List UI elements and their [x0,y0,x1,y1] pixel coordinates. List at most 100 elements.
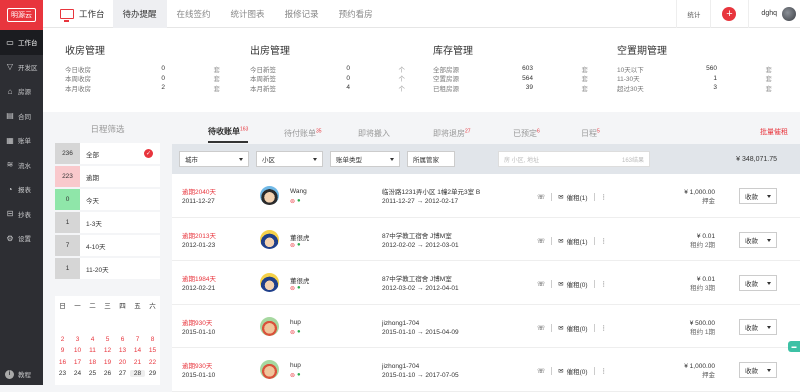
user-menu[interactable]: dghq [748,0,796,28]
calendar-day[interactable]: 17 [70,359,85,366]
calendar-day[interactable]: 27 [115,370,130,377]
address[interactable]: 87中学教工宿舍 J博M室 [382,232,459,241]
calendar-day[interactable]: 16 [55,359,70,366]
filter-item[interactable]: 0 今天 [55,189,160,212]
district-select[interactable]: 小区 [256,151,323,167]
wechat-icon[interactable]: ● [297,372,301,379]
filter-item[interactable]: 1 11-20天 [55,258,160,281]
address[interactable]: jizhong1-704 [382,319,459,328]
add-button[interactable]: + [722,6,737,21]
calendar-day[interactable]: 29 [145,370,160,377]
sidebar-item-1[interactable]: ▽ 开发区 [0,55,43,80]
tab-viewings[interactable]: 预约看房 [329,0,383,28]
calendar-day[interactable]: 7 [130,336,145,343]
calendar-day[interactable]: 22 [145,359,160,366]
calendar-day[interactable]: 15 [145,347,160,354]
tab-bill-2[interactable]: 即将搬入 [358,128,390,143]
sidebar-item-7[interactable]: ⊟ 抄表 [0,202,43,227]
tab-repairs[interactable]: 报修记录 [275,0,329,28]
tab-bill-0[interactable]: 待收账单163 [208,126,249,143]
tab-online-sign[interactable]: 在线签约 [167,0,221,28]
calendar-day[interactable]: 5 [100,336,115,343]
calendar-day[interactable]: 19 [100,359,115,366]
calendar-day[interactable]: 10 [70,347,85,354]
more-icon[interactable]: ⋮ [601,280,608,288]
calendar-day[interactable]: 23 [55,370,70,377]
calendar-day[interactable]: 4 [85,336,100,343]
phone-icon[interactable]: ☏ [537,193,545,201]
phone-icon[interactable]: ☏ [537,367,545,375]
link-icon[interactable]: ⊚ [290,242,295,249]
collect-button[interactable]: 收款 [739,231,777,248]
app-logo[interactable]: 明源云 [0,0,43,30]
sidebar-item-4[interactable]: ▦ 账单 [0,128,43,153]
calendar-day[interactable]: 12 [100,347,115,354]
collect-button[interactable]: 收款 [739,188,777,204]
owner-select[interactable]: 所属管家 [407,151,455,167]
filter-item[interactable]: 223 逾期 [55,166,160,189]
stat-button[interactable]: 统计 [676,0,712,28]
more-icon[interactable]: ⋮ [601,324,608,332]
sidebar-item-5[interactable]: ≋ 流水 [0,153,43,178]
more-icon[interactable]: ⋮ [601,193,608,201]
calendar-day[interactable]: 11 [85,347,100,354]
calendar-day[interactable]: 14 [130,347,145,354]
collect-button[interactable]: 收款 [739,318,777,335]
tenant-name[interactable]: 董很虎 [290,232,310,242]
more-icon[interactable]: ⋮ [601,367,608,375]
chat-button[interactable]: ▬ [788,341,800,352]
phone-icon[interactable]: ☏ [537,324,545,332]
calendar-day[interactable]: 20 [115,359,130,366]
calendar-day[interactable]: 24 [70,370,85,377]
address[interactable]: jizhong1-704 [382,362,459,371]
calendar-day[interactable]: 8 [145,336,160,343]
tenant-name[interactable]: Wang [290,188,307,195]
phone-icon[interactable]: ☏ [537,280,545,288]
tenant-name[interactable]: hup [290,362,301,369]
calendar-day[interactable]: 25 [85,370,100,377]
calendar-day[interactable]: 21 [130,359,145,366]
filter-item[interactable]: 1 1-3天 [55,212,160,235]
wechat-icon[interactable]: ● [297,198,301,205]
phone-icon[interactable]: ☏ [537,237,545,245]
sidebar-item-3[interactable]: ▤ 合同 [0,104,43,129]
remind-button[interactable]: 催租(0) [567,366,588,376]
home-tab[interactable]: 工作台 [43,8,113,22]
remind-button[interactable]: 催租(0) [567,323,588,333]
more-icon[interactable]: ⋮ [601,237,608,245]
filter-item[interactable]: 7 4-10天 [55,235,160,258]
link-icon[interactable]: ⊚ [290,372,295,379]
link-icon[interactable]: ⊚ [290,198,295,205]
collect-button[interactable]: 收款 [739,275,777,291]
link-icon[interactable]: ⊚ [290,329,295,336]
wechat-icon[interactable]: ● [297,285,301,292]
sidebar-item-8[interactable]: ⚙ 设置 [0,226,43,251]
link-icon[interactable]: ⊚ [290,285,295,292]
search-input[interactable]: 房 小区, 地址 163结果 [498,151,650,167]
calendar-day[interactable]: 13 [115,347,130,354]
tutorial-link[interactable]: i 教程 [5,369,31,379]
tenant-name[interactable]: hup [290,319,301,326]
tab-todo[interactable]: 待办提醒 [112,0,167,28]
address[interactable]: 临汾路1231弄小区 1幢2单元3室 B [382,188,480,197]
tab-bill-4[interactable]: 已预定6 [513,128,540,143]
tenant-name[interactable]: 董很虎 [290,275,310,285]
bill-type-select[interactable]: 账单类型 [330,151,400,167]
calendar-day[interactable]: 3 [70,336,85,343]
sidebar-item-6[interactable]: ◔ 报表 [0,177,43,202]
tab-bill-1[interactable]: 待付账单35 [284,128,322,143]
collect-button[interactable]: 收款 [739,362,777,378]
batch-remind-button[interactable]: 批量催租 [760,127,788,137]
remind-button[interactable]: 催租(1) [567,236,588,246]
city-select[interactable]: 城市 [179,151,249,167]
address[interactable]: 87中学教工宿舍 J博M室 [382,275,459,284]
filter-item[interactable]: 236 全部 ✓ [55,143,160,166]
calendar-day[interactable]: 2 [55,336,70,343]
sidebar-item-0[interactable]: ▭ 工作台 [0,30,43,55]
wechat-icon[interactable]: ● [297,242,301,249]
calendar-day[interactable]: 9 [55,347,70,354]
tab-bill-5[interactable]: 日程5 [581,128,600,143]
sidebar-item-2[interactable]: ⌂ 房源 [0,79,43,104]
remind-button[interactable]: 催租(0) [567,279,588,289]
tab-charts[interactable]: 统计图表 [221,0,275,28]
